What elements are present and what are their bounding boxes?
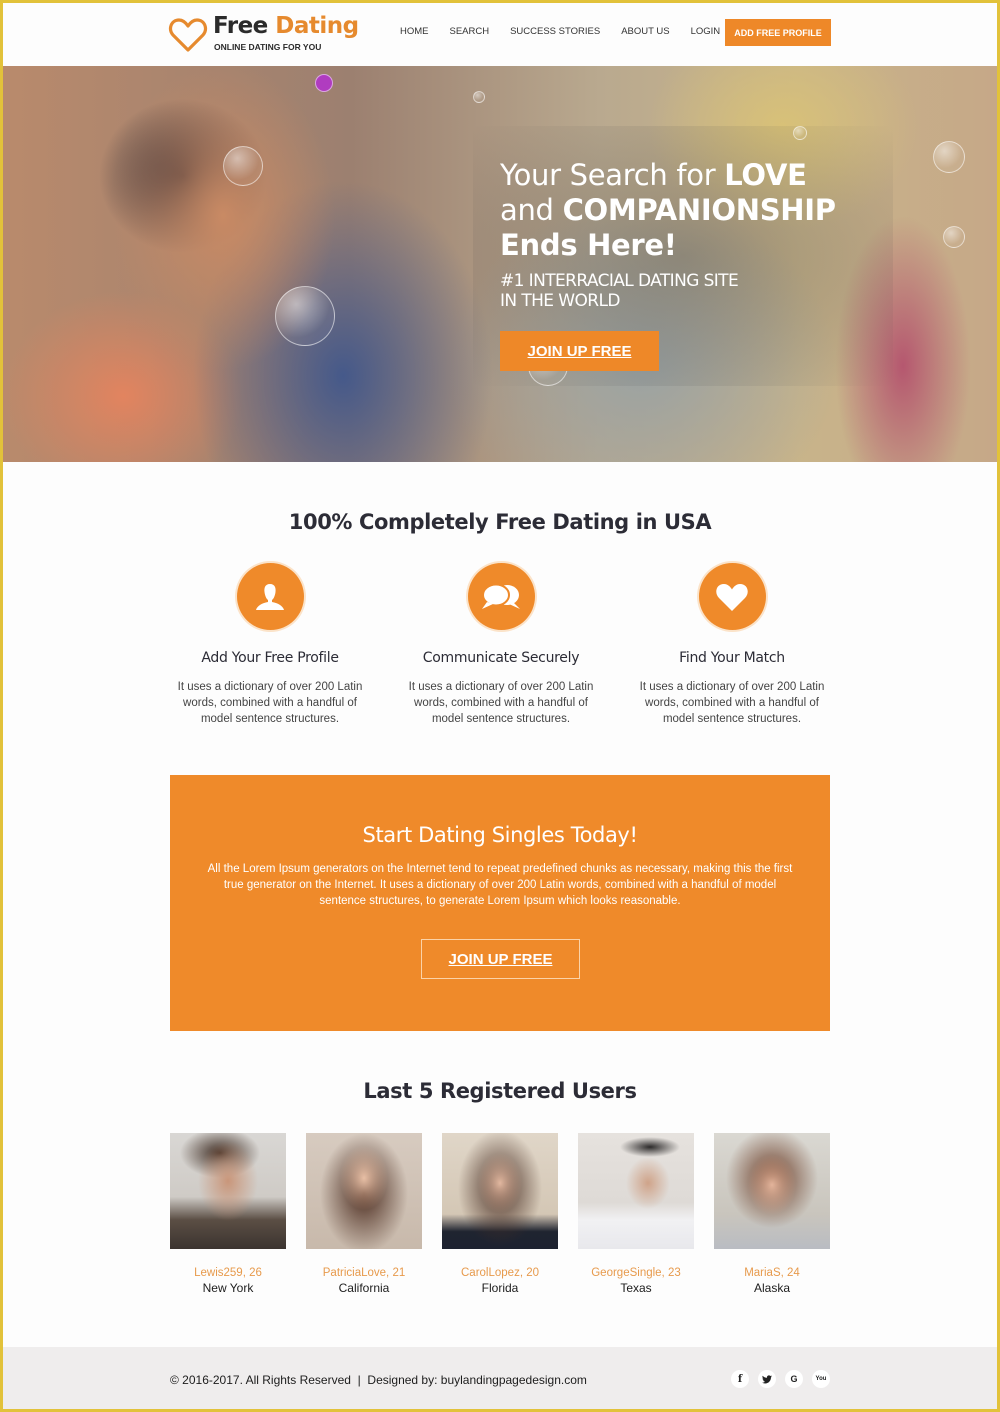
feature-icon-circle	[236, 563, 304, 630]
bubble-decoration	[943, 226, 965, 248]
nav-success-stories[interactable]: SUCCESS STORIES	[510, 26, 600, 37]
logo-title-accent: Dating	[275, 13, 359, 39]
hero-join-button[interactable]: JOIN UP FREE	[500, 331, 659, 371]
user-location: California	[338, 1281, 390, 1295]
main-nav: HOME SEARCH SUCCESS STORIES ABOUT US LOG…	[400, 19, 831, 46]
user-icon	[256, 583, 284, 610]
registered-users-row: Lewis259, 26 New York PatriciaLove, 21 C…	[170, 1133, 830, 1303]
bubble-decoration	[473, 91, 485, 103]
user-card[interactable]: CarolLopez, 20 Florida	[442, 1133, 558, 1295]
user-name[interactable]: CarolLopez, 20	[442, 1267, 558, 1279]
user-photo[interactable]	[170, 1133, 286, 1249]
promo-title: Start Dating Singles Today!	[362, 823, 638, 847]
hero-title-ends-here: Ends Here!	[500, 228, 677, 262]
feature-text: It uses a dictionary of over 200 Latin w…	[408, 681, 594, 725]
site-header: Free Dating ONLINE DATING FOR YOU HOME S…	[3, 3, 997, 66]
hero-banner: Your Search for LOVE and COMPANIONSHIP E…	[3, 66, 997, 462]
feature-text: It uses a dictionary of over 200 Latin w…	[177, 681, 363, 725]
nav-search[interactable]: SEARCH	[450, 26, 490, 37]
feature-add-profile: Add Your Free Profile It uses a dictiona…	[170, 563, 370, 727]
youtube-icon[interactable]: You	[812, 1370, 830, 1388]
user-photo[interactable]	[714, 1133, 830, 1249]
hero-subtitle: #1 INTERRACIAL DATING SITE IN THE WORLD	[500, 271, 739, 311]
promo-banner: Start Dating Singles Today! All the Lore…	[170, 775, 830, 1031]
google-plus-icon[interactable]: G	[785, 1370, 803, 1388]
heart-icon	[716, 583, 748, 611]
feature-find-match: Find Your Match It uses a dictionary of …	[632, 563, 832, 727]
user-location: Florida	[481, 1281, 519, 1295]
site-footer: © 2016-2017. All Rights Reserved | Desig…	[3, 1347, 997, 1409]
bubble-decoration	[933, 141, 965, 173]
feature-text: It uses a dictionary of over 200 Latin w…	[639, 681, 825, 725]
features-row: Add Your Free Profile It uses a dictiona…	[170, 563, 830, 733]
hero-title-love: LOVE	[724, 158, 807, 192]
feature-communicate: Communicate Securely It uses a dictionar…	[401, 563, 601, 727]
user-name[interactable]: GeorgeSingle, 23	[578, 1267, 694, 1279]
feature-icon-circle	[467, 563, 535, 630]
logo-title-dark: Free	[213, 13, 276, 39]
user-card[interactable]: Lewis259, 26 New York	[170, 1133, 286, 1295]
hero-title-part: and	[500, 193, 563, 227]
features-title: 100% Completely Free Dating in USA	[288, 510, 712, 534]
logo-tagline: ONLINE DATING FOR YOU	[214, 42, 322, 52]
bubble-decoration	[793, 126, 807, 140]
facebook-icon[interactable]: f	[731, 1370, 749, 1388]
user-card[interactable]: GeorgeSingle, 23 Texas	[578, 1133, 694, 1295]
chat-bubbles-icon	[482, 583, 520, 609]
hero-title-companionship: COMPANIONSHIP	[562, 193, 836, 227]
user-name[interactable]: PatriciaLove, 21	[306, 1267, 422, 1279]
logo-title: Free Dating	[213, 13, 359, 39]
twitter-icon[interactable]	[758, 1370, 776, 1388]
bubble-decoration	[275, 286, 335, 346]
user-card[interactable]: MariaS, 24 Alaska	[714, 1133, 830, 1295]
nav-login[interactable]: LOGIN	[691, 26, 721, 37]
feature-title: Add Your Free Profile	[201, 650, 339, 666]
hero-title-part: Your Search for	[500, 158, 725, 192]
bubble-decoration	[223, 146, 263, 186]
user-location: New York	[202, 1281, 254, 1295]
social-links: f G You	[731, 1370, 839, 1388]
user-name[interactable]: MariaS, 24	[714, 1267, 830, 1279]
promo-text: All the Lorem Ipsum generators on the In…	[207, 863, 793, 907]
nav-home[interactable]: HOME	[400, 26, 429, 37]
add-free-profile-button[interactable]: ADD FREE PROFILE	[725, 19, 831, 46]
bubble-decoration	[315, 74, 333, 92]
hero-subtitle-line1: #1 INTERRACIAL DATING SITE	[500, 271, 739, 291]
user-location: Alaska	[753, 1281, 791, 1295]
user-photo[interactable]	[306, 1133, 422, 1249]
user-name[interactable]: Lewis259, 26	[170, 1267, 286, 1279]
feature-icon-circle	[698, 563, 766, 630]
page-frame: Free Dating ONLINE DATING FOR YOU HOME S…	[3, 3, 997, 1409]
user-card[interactable]: PatriciaLove, 21 California	[306, 1133, 422, 1295]
hero-title: Your Search for LOVE and COMPANIONSHIP E…	[500, 158, 836, 263]
promo-join-button[interactable]: JOIN UP FREE	[421, 939, 580, 979]
heart-logo-icon	[168, 18, 208, 52]
user-photo[interactable]	[442, 1133, 558, 1249]
users-title: Last 5 Registered Users	[363, 1079, 637, 1103]
copyright-text: © 2016-2017. All Rights Reserved | Desig…	[170, 1373, 587, 1387]
user-photo[interactable]	[578, 1133, 694, 1249]
nav-about-us[interactable]: ABOUT US	[621, 26, 669, 37]
hero-subtitle-line2: IN THE WORLD	[500, 291, 620, 311]
feature-title: Communicate Securely	[422, 650, 580, 666]
feature-title: Find Your Match	[679, 650, 785, 666]
user-location: Texas	[620, 1281, 652, 1295]
